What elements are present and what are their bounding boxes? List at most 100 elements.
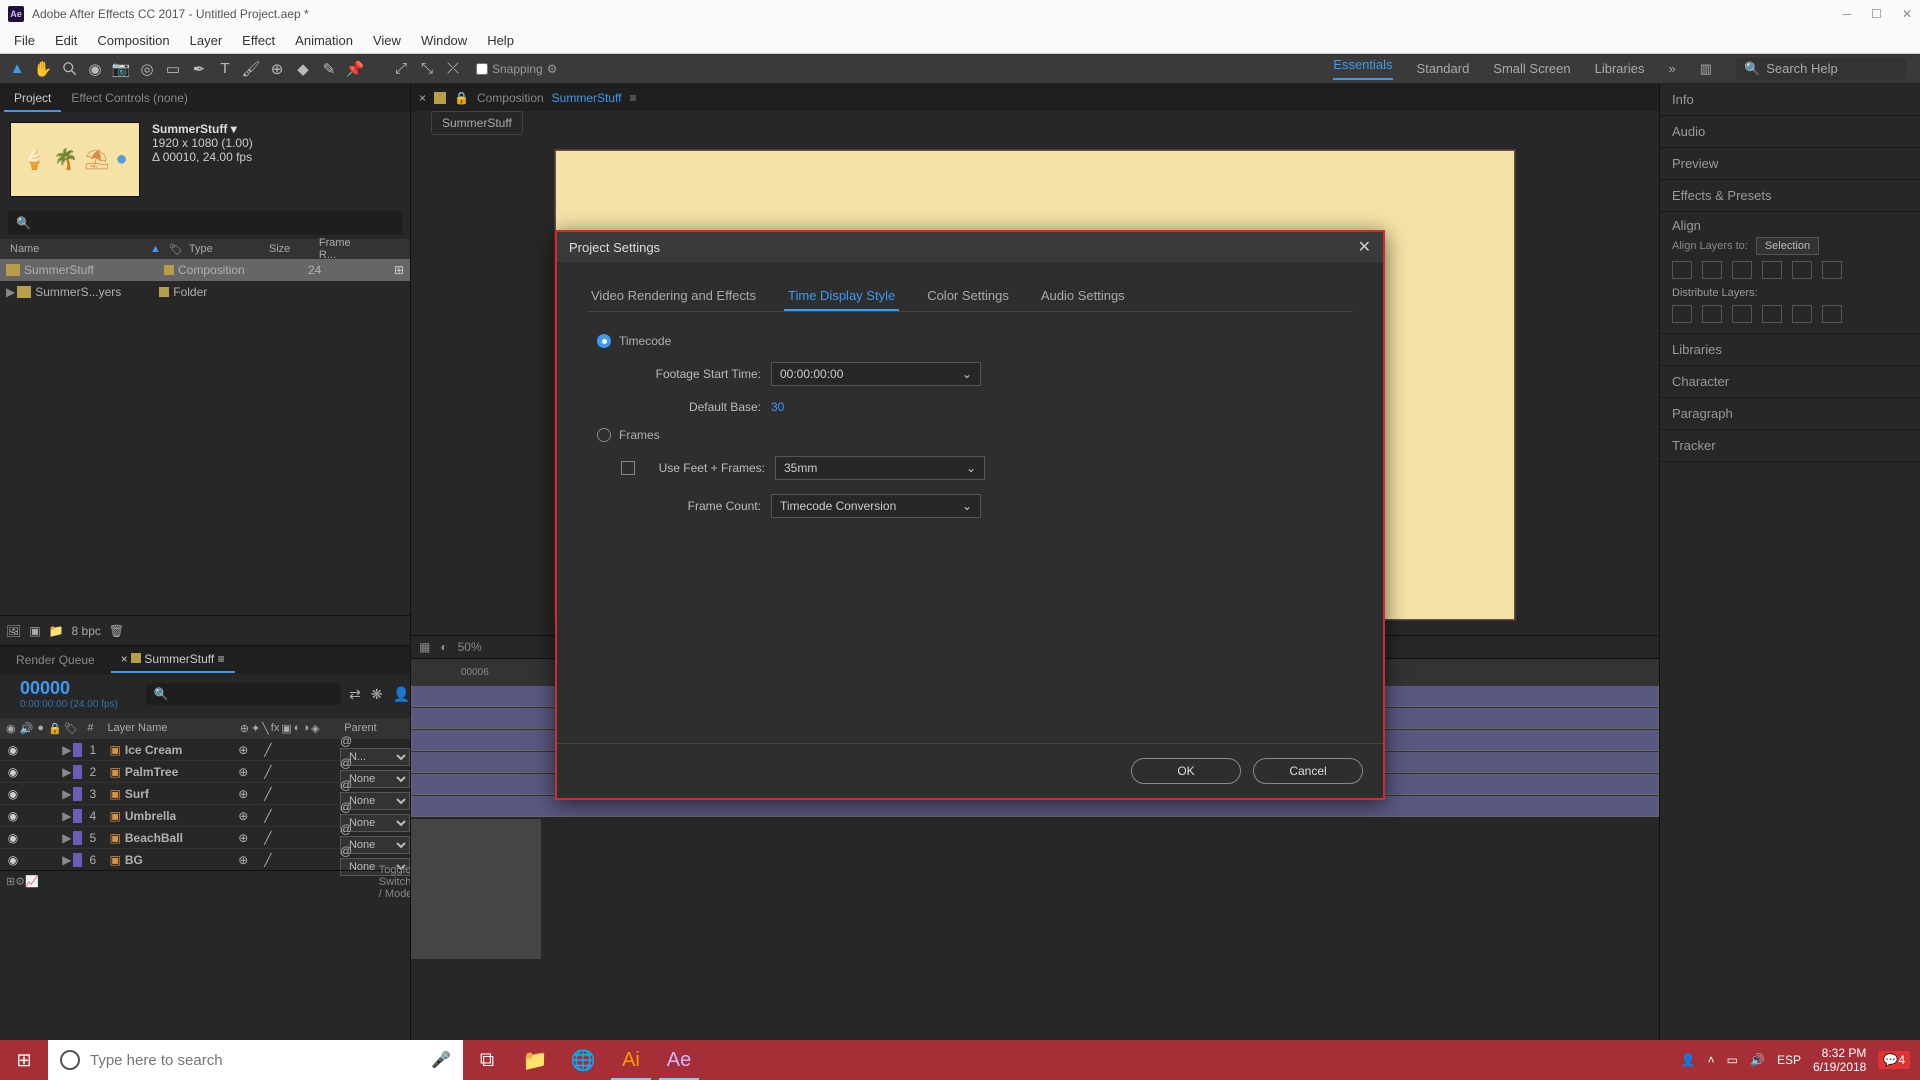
flow-tab[interactable]: SummerStuff	[431, 111, 523, 135]
project-search[interactable]: 🔍	[8, 211, 402, 235]
current-timecode[interactable]: 00000	[20, 678, 118, 699]
panel-character[interactable]: Character	[1660, 366, 1920, 398]
snapping-options-icon[interactable]: ⚙	[547, 62, 558, 76]
default-base-value[interactable]: 30	[771, 400, 784, 414]
pan-behind-tool-icon[interactable]: ◎	[134, 56, 160, 82]
axis-world-icon[interactable]: ⤡	[414, 56, 440, 82]
comp-tab-close-icon[interactable]: ×	[419, 91, 426, 105]
dist-hcenter-icon[interactable]	[1792, 305, 1812, 323]
dist-vcenter-icon[interactable]	[1702, 305, 1722, 323]
visibility-toggle-icon[interactable]: ◉	[6, 831, 20, 845]
taskbar-search-input[interactable]	[90, 1052, 421, 1069]
taskbar-search[interactable]: 🎤	[48, 1040, 463, 1080]
frames-radio-row[interactable]: Frames	[597, 428, 1343, 442]
shy-switch[interactable]: ⊕	[238, 787, 248, 801]
parent-pickwhip-icon[interactable]: @	[340, 822, 352, 836]
layer-label-icon[interactable]	[73, 787, 82, 801]
interpret-icon[interactable]: 🖼	[6, 624, 21, 638]
comp-mini-flowchart-icon[interactable]: ⇄	[349, 686, 361, 703]
menu-composition[interactable]: Composition	[87, 29, 179, 52]
layer-label-icon[interactable]	[73, 831, 82, 845]
ok-button[interactable]: OK	[1131, 758, 1241, 784]
col-size[interactable]: Size	[265, 243, 315, 255]
menu-view[interactable]: View	[363, 29, 411, 52]
parent-pickwhip-icon[interactable]: @	[340, 734, 352, 748]
bpc-button[interactable]: 8 bpc	[72, 624, 101, 638]
frame-count-select[interactable]: Timecode Conversion⌄	[771, 494, 981, 518]
quality-switch[interactable]: ╱	[264, 787, 271, 801]
panel-paragraph[interactable]: Paragraph	[1660, 398, 1920, 430]
sort-icon[interactable]: ▲	[146, 243, 165, 255]
axis-view-icon[interactable]: ⤫	[440, 56, 466, 82]
puppet-tool-icon[interactable]: 📌	[342, 56, 368, 82]
align-left-icon[interactable]	[1672, 261, 1692, 279]
quality-switch[interactable]: ╱	[264, 765, 271, 779]
project-item-comp[interactable]: SummerStuff Composition 24 ⊞	[0, 259, 410, 281]
tab-color-settings[interactable]: Color Settings	[923, 282, 1013, 311]
viewer-menu-icon[interactable]: ≡	[629, 91, 636, 105]
window-maximize-icon[interactable]: ☐	[1871, 7, 1882, 21]
window-minimize-icon[interactable]: ─	[1843, 7, 1852, 21]
expand-icon[interactable]: ▶	[62, 831, 71, 845]
visibility-toggle-icon[interactable]: ◉	[6, 787, 20, 801]
window-close-icon[interactable]: ✕	[1902, 7, 1912, 21]
project-item-folder[interactable]: ▶ SummerS...yers Folder	[0, 281, 410, 303]
menu-animation[interactable]: Animation	[285, 29, 363, 52]
video-col-icon[interactable]: ◉	[6, 722, 16, 735]
text-tool-icon[interactable]: T	[212, 56, 238, 82]
selection-tool-icon[interactable]: ▲	[4, 56, 30, 82]
panel-effects-presets[interactable]: Effects & Presets	[1660, 180, 1920, 212]
audio-col-icon[interactable]: 🔊	[20, 722, 34, 735]
solo-col-icon[interactable]: ●	[37, 722, 44, 735]
timecode-radio[interactable]	[597, 334, 611, 348]
clock[interactable]: 8:32 PM 6/19/2018	[1813, 1046, 1866, 1075]
align-bottom-icon[interactable]	[1822, 261, 1842, 279]
panel-libraries[interactable]: Libraries	[1660, 334, 1920, 366]
camera-tool-icon[interactable]: 📷	[108, 56, 134, 82]
work-area[interactable]	[411, 819, 541, 959]
footage-start-select[interactable]: 00:00:00:00⌄	[771, 362, 981, 386]
shy-switch[interactable]: ⊕	[238, 809, 248, 823]
align-vcenter-icon[interactable]	[1792, 261, 1812, 279]
shy-switch[interactable]: ⊕	[238, 765, 248, 779]
expand-icon[interactable]: ▶	[62, 765, 71, 779]
eraser-tool-icon[interactable]: ◆	[290, 56, 316, 82]
task-view-icon[interactable]: ⧉	[463, 1040, 511, 1080]
roto-tool-icon[interactable]: ✎	[316, 56, 342, 82]
expand-icon[interactable]: ▶	[62, 809, 71, 823]
orbit-tool-icon[interactable]: ◉	[82, 56, 108, 82]
comp-lock-icon[interactable]: 🔒	[454, 91, 469, 105]
menu-edit[interactable]: Edit	[45, 29, 87, 52]
panel-audio[interactable]: Audio	[1660, 116, 1920, 148]
tab-audio-settings[interactable]: Audio Settings	[1037, 282, 1129, 311]
timecode-radio-row[interactable]: Timecode	[597, 334, 1343, 348]
timeline-search[interactable]: 🔍	[146, 683, 341, 705]
people-icon[interactable]: 👤	[1681, 1053, 1696, 1067]
shape-tool-icon[interactable]: ▭	[160, 56, 186, 82]
notification-icon[interactable]: 💬4	[1878, 1051, 1910, 1069]
pen-tool-icon[interactable]: ✒	[186, 56, 212, 82]
panel-preview[interactable]: Preview	[1660, 148, 1920, 180]
composition-thumbnail[interactable]: 🍦 🌴 ⛱ ●	[10, 122, 140, 197]
panel-tracker[interactable]: Tracker	[1660, 430, 1920, 462]
zoom-tool-icon[interactable]	[56, 56, 82, 82]
workspace-libraries[interactable]: Libraries	[1595, 61, 1645, 76]
axis-local-icon[interactable]: ⤢	[388, 56, 414, 82]
align-right-icon[interactable]	[1732, 261, 1752, 279]
layer-label-icon[interactable]	[73, 765, 82, 779]
lock-col-icon[interactable]: 🔒	[48, 722, 62, 735]
quality-switch[interactable]: ╱	[264, 743, 271, 757]
layer-label-icon[interactable]	[73, 809, 82, 823]
illustrator-icon[interactable]: Ai	[607, 1040, 655, 1080]
quality-switch[interactable]: ╱	[264, 853, 271, 867]
trash-icon[interactable]: 🗑	[109, 624, 124, 638]
parent-pickwhip-icon[interactable]: @	[340, 844, 352, 858]
comp-menu-icon[interactable]: ▾	[231, 122, 237, 136]
parent-pickwhip-icon[interactable]: @	[340, 778, 352, 792]
expand-icon[interactable]: ▶	[62, 853, 71, 867]
align-top-icon[interactable]	[1762, 261, 1782, 279]
dist-right-icon[interactable]	[1822, 305, 1842, 323]
col-name[interactable]: Name	[6, 243, 146, 255]
start-button[interactable]: ⊞	[0, 1040, 48, 1080]
new-comp-icon[interactable]: ▣	[29, 624, 40, 638]
